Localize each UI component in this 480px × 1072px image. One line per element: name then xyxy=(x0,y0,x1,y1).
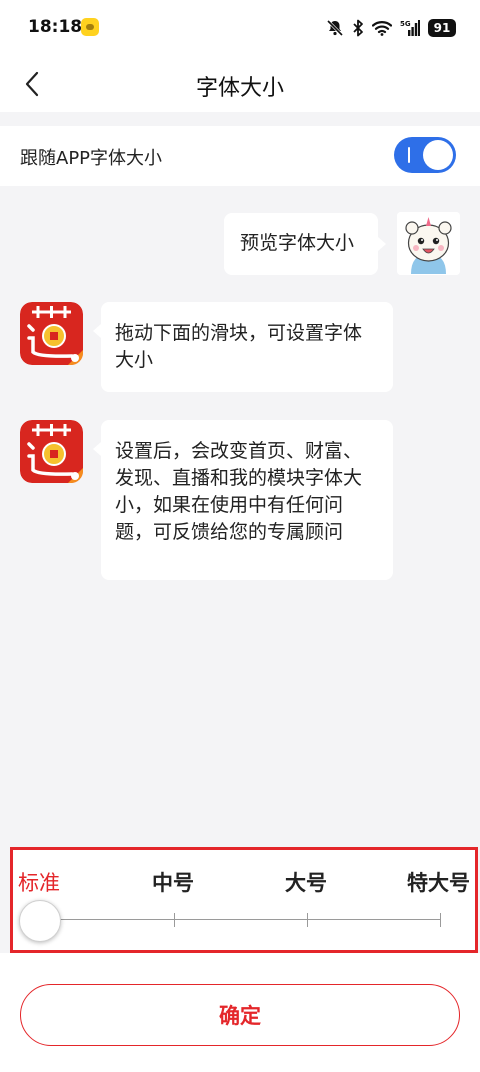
app-notification-icon xyxy=(81,18,99,36)
slider-tick xyxy=(440,913,441,927)
size-option-medium[interactable]: 中号 xyxy=(152,867,194,897)
signal-icon: 5G xyxy=(400,20,420,36)
slider-tick xyxy=(307,913,308,927)
follow-app-font-label: 跟随APP字体大小 xyxy=(20,148,163,169)
preview-user-text: 预览字体大小 xyxy=(240,232,355,254)
size-option-extra-large[interactable]: 特大号 xyxy=(407,867,470,897)
status-time: 18:18 xyxy=(28,17,83,37)
wifi-icon xyxy=(372,21,392,36)
page-title: 字体大小 xyxy=(195,76,284,101)
bluetooth-icon xyxy=(353,19,363,37)
app-logo-icon xyxy=(20,420,83,483)
nav-bar: 字体大小 xyxy=(0,56,480,112)
preview-message-bubble: 拖动下面的滑块，可设置字体大小 xyxy=(93,302,393,392)
size-option-standard[interactable]: 标准 xyxy=(18,867,60,897)
toggle-knob xyxy=(423,140,453,170)
preview-message-text: 设置后，会改变首页、财富、发现、直播和我的模块字体大小，如果在使用中有任何问题，… xyxy=(115,440,363,543)
avatar xyxy=(397,212,460,275)
confirm-button[interactable]: 确定 xyxy=(20,984,460,1046)
mascot-avatar-icon xyxy=(397,212,460,275)
size-slider-handle[interactable] xyxy=(19,900,61,942)
preview-message-bubble: 设置后，会改变首页、财富、发现、直播和我的模块字体大小，如果在使用中有任何问题，… xyxy=(93,420,393,580)
preview-message-text: 拖动下面的滑块，可设置字体大小 xyxy=(115,322,363,371)
status-icons: 5G 91 xyxy=(326,17,456,39)
font-size-selector xyxy=(10,847,478,953)
bell-muted-icon xyxy=(326,19,344,37)
slider-tick xyxy=(174,913,175,927)
battery-icon: 91 xyxy=(428,19,456,37)
size-slider-track[interactable] xyxy=(40,919,441,920)
toggle-on-indicator xyxy=(408,147,410,163)
follow-app-font-toggle[interactable] xyxy=(394,137,456,173)
svg-text:5G: 5G xyxy=(400,20,411,28)
status-bar: 18:18 5G 91 xyxy=(0,0,480,56)
app-logo-icon xyxy=(20,302,83,365)
preview-user-bubble: 预览字体大小 xyxy=(224,213,386,275)
size-option-large[interactable]: 大号 xyxy=(285,867,327,897)
